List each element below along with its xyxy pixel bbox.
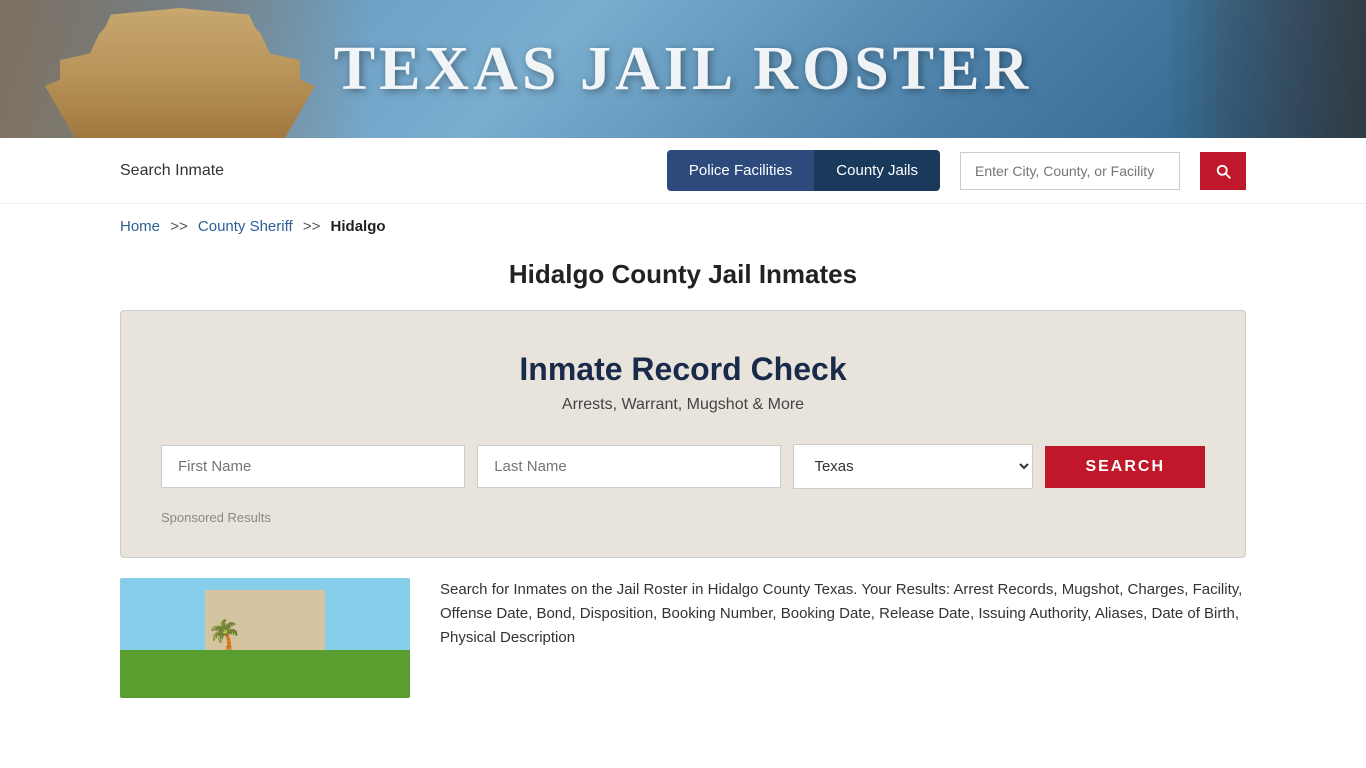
breadcrumb-sep2: >> — [303, 218, 321, 235]
site-title: Texas Jail Roster — [334, 34, 1033, 105]
page-title-section: Hidalgo County Jail Inmates — [0, 249, 1366, 310]
county-jails-button[interactable]: County Jails — [814, 150, 940, 191]
keys-overlay — [1166, 0, 1366, 138]
facility-search-input[interactable] — [960, 152, 1180, 190]
state-select[interactable]: Texas AlabamaAlaskaArizonaArkansas Calif… — [793, 444, 1033, 489]
breadcrumb-home[interactable]: Home — [120, 218, 160, 235]
palm-tree: 🌴 — [207, 618, 242, 652]
facility-thumbnail: 🌴 — [120, 578, 410, 698]
search-form-row: Texas AlabamaAlaskaArizonaArkansas Calif… — [161, 444, 1205, 489]
record-check-box: Inmate Record Check Arrests, Warrant, Mu… — [120, 310, 1246, 558]
record-check-title: Inmate Record Check — [161, 351, 1205, 388]
breadcrumb-county-sheriff[interactable]: County Sheriff — [198, 218, 293, 235]
nav-buttons: Police Facilities County Jails — [667, 150, 940, 191]
page-title: Hidalgo County Jail Inmates — [0, 259, 1366, 290]
first-name-input[interactable] — [161, 445, 465, 488]
bottom-section: 🌴 Search for Inmates on the Jail Roster … — [0, 578, 1366, 698]
facility-description: Search for Inmates on the Jail Roster in… — [440, 578, 1246, 698]
sponsored-label: Sponsored Results — [161, 510, 271, 525]
inmate-search-button[interactable]: SEARCH — [1045, 446, 1205, 488]
last-name-input[interactable] — [477, 445, 781, 488]
header-banner: Texas Jail Roster — [0, 0, 1366, 138]
record-check-subtitle: Arrests, Warrant, Mugshot & More — [161, 396, 1205, 414]
search-icon — [1214, 162, 1232, 180]
police-facilities-button[interactable]: Police Facilities — [667, 150, 814, 191]
facility-search-button[interactable] — [1200, 152, 1246, 190]
navbar: Search Inmate Police Facilities County J… — [0, 138, 1366, 204]
breadcrumb-current: Hidalgo — [331, 218, 386, 235]
breadcrumb: Home >> County Sheriff >> Hidalgo — [0, 204, 1366, 249]
breadcrumb-sep1: >> — [170, 218, 188, 235]
search-inmate-label: Search Inmate — [120, 162, 647, 180]
